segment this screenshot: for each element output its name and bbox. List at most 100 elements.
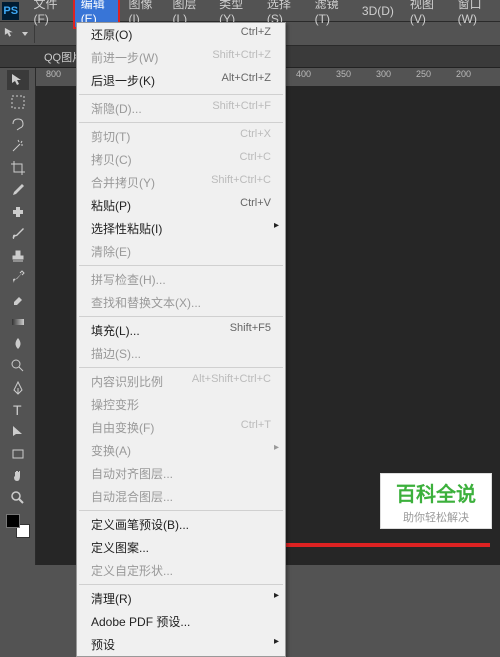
menu-item-label: 填充(L)... <box>91 322 140 339</box>
marquee-tool[interactable] <box>7 92 29 112</box>
separator <box>34 25 35 43</box>
hand-tool[interactable] <box>7 466 29 486</box>
toolbox: T <box>0 68 36 565</box>
menu-separator <box>79 510 283 511</box>
menu-item-label: 定义画笔预设(B)... <box>91 516 189 533</box>
menu-item-label: 清理(R) <box>91 590 132 607</box>
stamp-tool[interactable] <box>7 246 29 266</box>
menu-item-label: 前进一步(W) <box>91 49 158 66</box>
menu-separator <box>79 367 283 368</box>
menu-item[interactable]: 定义图案... <box>77 536 285 559</box>
menu-item: 渐隐(D)... Shift+Ctrl+F <box>77 97 285 120</box>
menu-item-label: 定义图案... <box>91 539 149 556</box>
menu-item[interactable]: 选择性粘贴(I) <box>77 217 285 240</box>
move-tool[interactable] <box>7 70 29 90</box>
menu-item-label: 查找和替换文本(X)... <box>91 294 201 311</box>
menu-item-shortcut: Shift+Ctrl+F <box>212 100 271 117</box>
ruler-mark: 400 <box>296 69 311 79</box>
menu-item: 描边(S)... <box>77 342 285 365</box>
brush-tool[interactable] <box>7 224 29 244</box>
menu-item-shortcut: Ctrl+X <box>240 128 271 145</box>
menu-item-label: 操控变形 <box>91 396 139 413</box>
menu-item-label: 选择性粘贴(I) <box>91 220 162 237</box>
eyedropper-tool[interactable] <box>7 180 29 200</box>
ruler-mark: 350 <box>336 69 351 79</box>
menu-separator <box>79 584 283 585</box>
pen-tool[interactable] <box>7 378 29 398</box>
menu-bar: PS 文件(F) 编辑(E) 图像(I) 图层(L) 类型(Y) 选择(S) 滤… <box>0 0 500 22</box>
menu-separator <box>79 94 283 95</box>
menu-item[interactable]: 预设 <box>77 633 285 656</box>
fg-color-swatch[interactable] <box>6 514 20 528</box>
dodge-tool[interactable] <box>7 356 29 376</box>
heal-tool[interactable] <box>7 202 29 222</box>
type-tool[interactable]: T <box>7 400 29 420</box>
menu-item-label: 预设 <box>91 636 115 653</box>
menu-item: 拷贝(C) Ctrl+C <box>77 148 285 171</box>
menu-item-label: 剪切(T) <box>91 128 130 145</box>
zoom-tool[interactable] <box>7 488 29 508</box>
menu-item-shortcut: Shift+Ctrl+Z <box>212 49 271 66</box>
menu-item-label: 还原(O) <box>91 26 132 43</box>
menu-item[interactable]: 填充(L)... Shift+F5 <box>77 319 285 342</box>
menu-item: 拼写检查(H)... <box>77 268 285 291</box>
menu-separator <box>79 316 283 317</box>
menu-item: 自由变换(F)Ctrl+T <box>77 416 285 439</box>
app-logo: PS <box>2 2 19 20</box>
menu-window[interactable]: 窗口(W) <box>450 0 500 29</box>
menu-item-label: 内容识别比例 <box>91 373 163 390</box>
menu-item: 剪切(T) Ctrl+X <box>77 125 285 148</box>
menu-item: 操控变形 <box>77 393 285 416</box>
crop-tool[interactable] <box>7 158 29 178</box>
menu-item[interactable]: 还原(O) Ctrl+Z <box>77 23 285 46</box>
menu-file[interactable]: 文件(F) <box>25 0 72 29</box>
menu-item-shortcut: Ctrl+V <box>240 197 271 214</box>
move-tool-icon[interactable] <box>4 27 18 41</box>
menu-item-label: 合并拷贝(Y) <box>91 174 155 191</box>
menu-item-label: 自动对齐图层... <box>91 465 173 482</box>
tool-preset-dropdown[interactable] <box>22 32 28 36</box>
menu-item-shortcut: Ctrl+C <box>240 151 271 168</box>
menu-item-label: 后退一步(K) <box>91 72 155 89</box>
path-select-tool[interactable] <box>7 422 29 442</box>
ruler-mark: 200 <box>456 69 471 79</box>
menu-item-label: 渐隐(D)... <box>91 100 142 117</box>
menu-item-label: 粘贴(P) <box>91 197 131 214</box>
menu-item-label: 拷贝(C) <box>91 151 132 168</box>
menu-item-shortcut: Shift+F5 <box>230 322 271 339</box>
ruler-mark: 250 <box>416 69 431 79</box>
menu-item[interactable]: 粘贴(P) Ctrl+V <box>77 194 285 217</box>
menu-item[interactable]: Adobe PDF 预设... <box>77 610 285 633</box>
menu-item: 前进一步(W) Shift+Ctrl+Z <box>77 46 285 69</box>
watermark-subtitle: 助你轻松解决 <box>403 509 469 525</box>
menu-item[interactable]: 后退一步(K)Alt+Ctrl+Z <box>77 69 285 92</box>
menu-item[interactable]: 清理(R) <box>77 587 285 610</box>
menu-item-shortcut: Ctrl+Z <box>241 26 271 43</box>
rectangle-tool[interactable] <box>7 444 29 464</box>
ruler-mark: 800 <box>46 69 61 79</box>
menu-view[interactable]: 视图(V) <box>402 0 450 29</box>
menu-item-label: 自由变换(F) <box>91 419 154 436</box>
blur-tool[interactable] <box>7 334 29 354</box>
menu-item: 合并拷贝(Y) Shift+Ctrl+C <box>77 171 285 194</box>
menu-separator <box>79 265 283 266</box>
menu-item-label: 清除(E) <box>91 243 131 260</box>
history-brush-tool[interactable] <box>7 268 29 288</box>
menu-item-label: 描边(S)... <box>91 345 141 362</box>
eraser-tool[interactable] <box>7 290 29 310</box>
edit-menu-dropdown: 还原(O) Ctrl+Z 前进一步(W) Shift+Ctrl+Z 后退一步(K)Alt… <box>76 22 286 657</box>
menu-item-label: 变换(A) <box>91 442 131 459</box>
lasso-tool[interactable] <box>7 114 29 134</box>
gradient-tool[interactable] <box>7 312 29 332</box>
menu-item: 清除(E) <box>77 240 285 263</box>
wand-tool[interactable] <box>7 136 29 156</box>
ruler-mark: 300 <box>376 69 391 79</box>
color-swatches[interactable] <box>6 514 30 538</box>
menu-item: 定义自定形状... <box>77 559 285 582</box>
menu-item-label: 拼写检查(H)... <box>91 271 166 288</box>
menu-3d[interactable]: 3D(D) <box>354 1 402 21</box>
menu-item[interactable]: 定义画笔预设(B)... <box>77 513 285 536</box>
menu-item-shortcut: Shift+Ctrl+C <box>211 174 271 191</box>
menu-item-label: 自动混合图层... <box>91 488 173 505</box>
menu-filter[interactable]: 滤镜(T) <box>307 0 354 29</box>
